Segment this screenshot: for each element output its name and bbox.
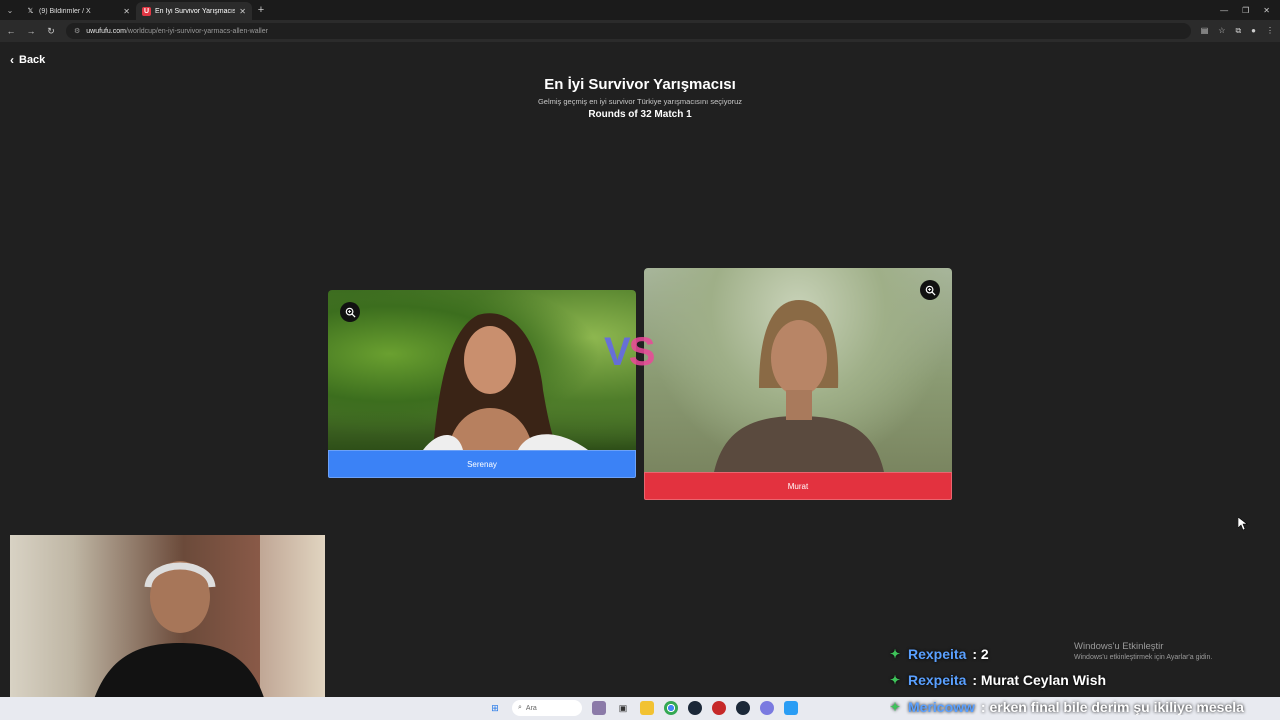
chat-username: Mericoww	[908, 699, 975, 715]
x-logo-icon: 𝕏	[27, 8, 34, 15]
close-icon[interactable]: ✕	[123, 7, 130, 16]
url-path: /worldcup/en-iyi-survivor-yarmacs-allen-…	[125, 27, 268, 35]
restore-icon[interactable]: ❐	[1242, 6, 1249, 15]
contestant-photo[interactable]	[328, 290, 636, 450]
chat-badge-icon: ✦	[890, 700, 901, 714]
chat-text: : erken final bile derim şu ikiliye mese…	[980, 699, 1244, 715]
window-controls: — ❐ ✕	[1220, 6, 1280, 15]
widgets-icon[interactable]	[592, 701, 606, 715]
chevron-left-icon: ‹	[10, 53, 14, 67]
taskbar-apps: ⊞ ⌕ Ara ▣	[488, 700, 798, 716]
uwufufu-logo-icon: U	[142, 6, 151, 16]
chat-username: Rexpeita	[908, 646, 967, 662]
app-icon[interactable]	[784, 701, 798, 715]
address-bar: ← → ↻ ⚙ uwufufu.com/worldcup/en-iyi-surv…	[0, 20, 1280, 42]
vs-label: VS	[604, 330, 655, 374]
new-tab-button[interactable]: +	[252, 4, 270, 16]
task-view-icon[interactable]: ▣	[616, 701, 630, 715]
bookmark-star-icon[interactable]: ☆	[1218, 26, 1225, 36]
vote-right-button[interactable]: Murat	[644, 472, 952, 500]
chat-badge-icon: ✦	[890, 647, 901, 661]
activation-title: Windows'u Etkinleştir	[1074, 641, 1164, 652]
windows-activation-watermark: Windows'u Etkinleştir Windows'u etkinleş…	[1074, 641, 1212, 661]
tab-search-icon[interactable]: ⌄	[0, 0, 20, 20]
steam-icon[interactable]	[736, 701, 750, 715]
close-window-icon[interactable]: ✕	[1263, 6, 1270, 15]
streamer-figure	[90, 535, 325, 712]
round-label: Rounds of 32 Match 1	[588, 109, 692, 120]
search-placeholder: Ara	[525, 704, 537, 712]
vote-left-button[interactable]: Serenay	[328, 450, 636, 478]
tab-title: En İyi Survivor Yarışmacısı | Uwufufu	[155, 7, 236, 15]
back-button[interactable]: ‹ Back	[10, 53, 45, 67]
url-host: uwufufu.com	[86, 27, 126, 35]
mouse-cursor-icon	[1238, 517, 1248, 531]
contestant-card-left[interactable]: Serenay	[328, 290, 636, 478]
extensions-icon[interactable]: ⧉	[1235, 26, 1241, 36]
chat-badge-icon: ✦	[890, 673, 901, 687]
page-header: En İyi Survivor Yarışmacısı Gelmiş geçmi…	[440, 76, 840, 120]
browser-tab-bar: ⌄ 𝕏 (9) Bildirimler / X ✕ U En İyi Survi…	[0, 0, 1280, 20]
zoom-in-icon[interactable]	[340, 302, 360, 322]
url-input[interactable]: ⚙ uwufufu.com/worldcup/en-iyi-survivor-y…	[66, 23, 1191, 39]
contestant-portrait	[423, 313, 588, 450]
profile-icon[interactable]: ●	[1251, 26, 1256, 36]
contestant-card-right[interactable]: Murat	[644, 268, 952, 500]
close-icon[interactable]: ✕	[239, 7, 246, 16]
chat-text: : 2	[972, 646, 989, 662]
chrome-icon[interactable]	[664, 701, 678, 715]
contestant-photo[interactable]	[644, 268, 952, 472]
page-subtitle: Gelmiş geçmiş en iyi survivor Türkiye ya…	[537, 97, 743, 106]
tab-notifications[interactable]: 𝕏 (9) Bildirimler / X ✕	[20, 2, 136, 20]
chat-text: : Murat Ceylan Wish	[972, 672, 1107, 688]
taskbar-search-input[interactable]: ⌕ Ara	[512, 700, 582, 716]
search-icon: ⌕	[518, 704, 522, 711]
contestant-portrait	[714, 300, 884, 472]
steam-icon[interactable]	[688, 701, 702, 715]
windows-start-icon[interactable]: ⊞	[488, 701, 502, 715]
translate-icon[interactable]: ▤	[1201, 26, 1209, 36]
reload-icon[interactable]: ↻	[46, 26, 56, 37]
forward-arrow-icon[interactable]: →	[26, 26, 36, 36]
chat-message: ✦ Rexpeita : Murat Ceylan Wish	[890, 672, 1280, 688]
tab-title: (9) Bildirimler / X	[39, 7, 91, 15]
minimize-icon[interactable]: —	[1220, 6, 1228, 15]
page-title: En İyi Survivor Yarışmacısı	[544, 76, 736, 93]
webcam-overlay	[10, 535, 325, 712]
chat-username: Rexpeita	[908, 672, 967, 688]
toolbar-icons: ▤ ☆ ⧉ ● ⋮	[1201, 26, 1274, 36]
back-arrow-icon[interactable]: ←	[6, 26, 16, 36]
back-label: Back	[19, 54, 46, 66]
discord-icon[interactable]	[760, 701, 774, 715]
zoom-in-icon[interactable]	[920, 280, 940, 300]
site-info-icon[interactable]: ⚙	[74, 27, 80, 35]
menu-dots-icon[interactable]: ⋮	[1266, 26, 1274, 36]
activation-detail: Windows'u etkinleştirmek için Ayarlar'a …	[1074, 654, 1213, 661]
tab-uwufufu[interactable]: U En İyi Survivor Yarışmacısı | Uwufufu …	[136, 2, 252, 20]
chat-message: ✦ Mericoww : erken final bile derim şu i…	[890, 699, 1250, 715]
file-explorer-icon[interactable]	[640, 701, 654, 715]
game-launcher-icon[interactable]	[712, 701, 726, 715]
